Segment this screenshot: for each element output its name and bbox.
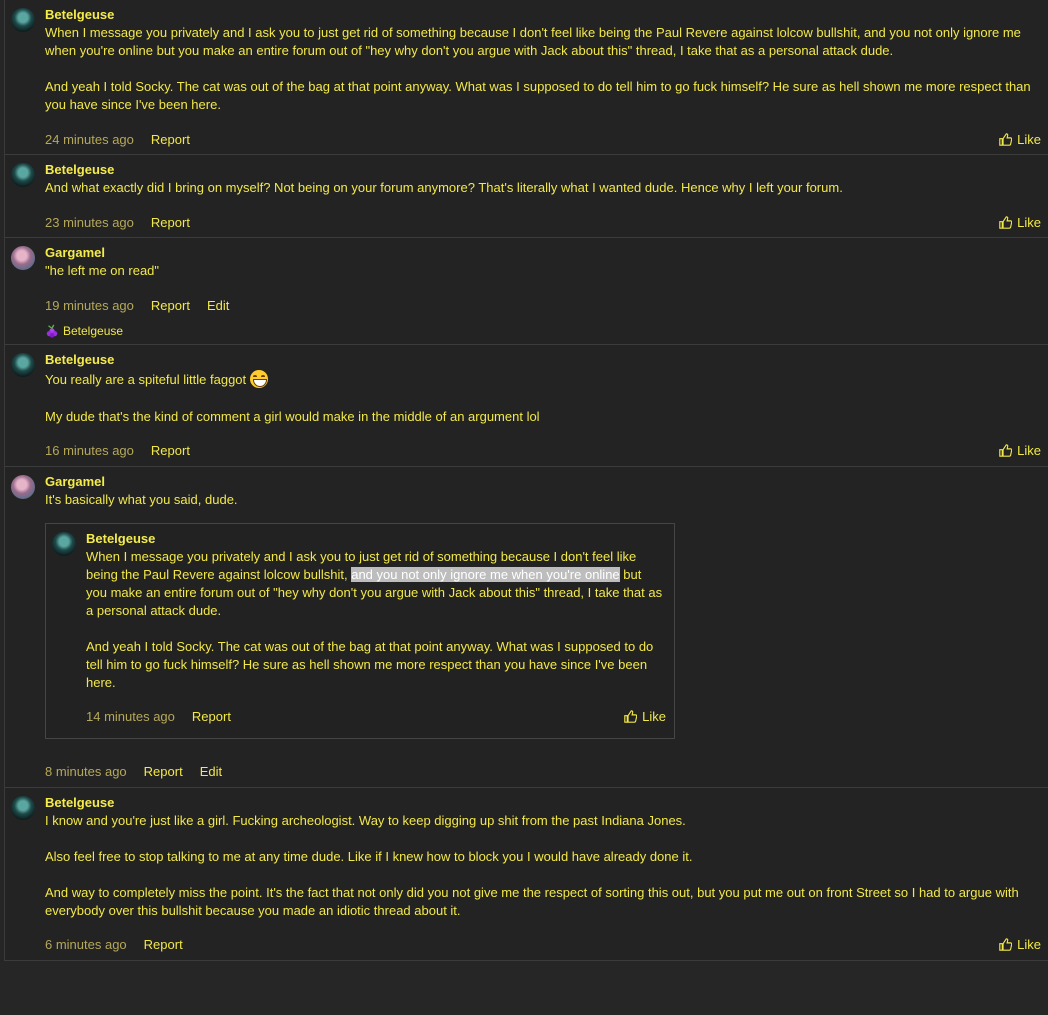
avatar[interactable] xyxy=(11,353,35,377)
report-button[interactable]: Report xyxy=(151,215,190,230)
post-body: I know and you're just like a girl. Fuck… xyxy=(45,812,1039,920)
post: Gargamel "he left me on read" 19 minutes… xyxy=(5,238,1048,345)
reaction-user[interactable]: Betelgeuse xyxy=(63,324,123,338)
quote-meta: 14 minutes ago Report Like xyxy=(86,708,666,726)
grinning-face-emoji xyxy=(250,369,269,388)
like-button[interactable]: Like xyxy=(999,132,1041,147)
report-button[interactable]: Report xyxy=(151,443,190,458)
post-text: You really are a spiteful little faggot xyxy=(45,372,247,387)
like-label: Like xyxy=(1017,214,1041,230)
post-meta: 19 minutes ago Report Edit xyxy=(45,296,1039,314)
thumbs-up-icon xyxy=(999,444,1013,457)
post: Betelgeuse I know and you're just like a… xyxy=(5,787,1048,961)
post-paragraph: "he left me on read" xyxy=(45,263,160,278)
report-button[interactable]: Report xyxy=(192,709,231,724)
post-timestamp[interactable]: 19 minutes ago xyxy=(45,298,134,313)
post-paragraph: I know and you're just like a girl. Fuck… xyxy=(45,812,686,828)
thumbs-up-icon xyxy=(999,938,1013,951)
report-button[interactable]: Report xyxy=(151,132,190,147)
post: Betelgeuse You really are a spiteful lit… xyxy=(5,345,1048,467)
like-label: Like xyxy=(1017,443,1041,459)
thumbs-up-icon xyxy=(999,132,1013,146)
post-timestamp[interactable]: 8 minutes ago xyxy=(45,764,127,779)
quote-paragraph: And yeah I told Socky. The cat was out o… xyxy=(86,638,654,690)
post-meta: 16 minutes ago Report Like xyxy=(45,442,1041,460)
avatar[interactable] xyxy=(11,795,35,820)
avatar[interactable] xyxy=(11,474,35,499)
like-label: Like xyxy=(1017,937,1041,953)
avatar[interactable] xyxy=(11,246,35,270)
edit-button[interactable]: Edit xyxy=(200,764,222,779)
post-body: "he left me on read" xyxy=(45,262,1039,280)
quoted-post: Betelgeuse When I message you privately … xyxy=(45,522,675,739)
post-author[interactable]: Betelgeuse xyxy=(45,6,1039,24)
reaction-summary[interactable]: Betelgeuse xyxy=(45,324,1039,338)
post-body: You really are a spiteful little faggot … xyxy=(45,369,1039,426)
post-author[interactable]: Betelgeuse xyxy=(45,351,1039,369)
post-meta: 24 minutes ago Report Like xyxy=(45,130,1041,148)
post-body: When I message you privately and I ask y… xyxy=(45,24,1039,114)
comment-thread: Betelgeuse When I message you privately … xyxy=(4,0,1048,961)
like-label: Like xyxy=(642,709,666,725)
post-body: And what exactly did I bring on myself? … xyxy=(45,179,1039,197)
post-author[interactable]: Betelgeuse xyxy=(45,161,1039,179)
thumbs-up-icon xyxy=(624,710,638,723)
post-timestamp[interactable]: 24 minutes ago xyxy=(45,132,134,147)
like-label: Like xyxy=(1017,131,1041,147)
post-paragraph: And way to completely miss the point. It… xyxy=(45,884,1019,918)
avatar[interactable] xyxy=(52,531,76,556)
thumbs-up-icon xyxy=(999,215,1013,229)
post: Gargamel It's basically what you said, d… xyxy=(5,466,1048,788)
post-meta: 23 minutes ago Report Like xyxy=(45,213,1041,231)
post-paragraph: My dude that's the kind of comment a gir… xyxy=(45,408,540,424)
highlighted-text: and you not only ignore me when you're o… xyxy=(351,566,620,582)
report-button[interactable]: Report xyxy=(144,937,183,952)
post-paragraph: It's basically what you said, dude. xyxy=(45,491,238,507)
post-body: It's basically what you said, dude. xyxy=(45,491,1039,509)
post-paragraph: You really are a spiteful little faggot xyxy=(45,369,1039,390)
avatar[interactable] xyxy=(11,163,35,187)
avatar[interactable] xyxy=(11,8,35,32)
report-button[interactable]: Report xyxy=(151,298,190,313)
like-button[interactable]: Like xyxy=(999,937,1041,952)
post-paragraph: And what exactly did I bring on myself? … xyxy=(45,180,843,195)
quote-timestamp[interactable]: 14 minutes ago xyxy=(86,709,175,724)
post-timestamp[interactable]: 16 minutes ago xyxy=(45,443,134,458)
post-timestamp[interactable]: 6 minutes ago xyxy=(45,937,127,952)
quote-author[interactable]: Betelgeuse xyxy=(86,530,664,548)
post-timestamp[interactable]: 23 minutes ago xyxy=(45,215,134,230)
post-author[interactable]: Gargamel xyxy=(45,473,1039,491)
quote-body: When I message you privately and I ask y… xyxy=(86,548,664,692)
quote-paragraph: When I message you privately and I ask y… xyxy=(86,548,664,620)
post-meta: 6 minutes ago Report Like xyxy=(45,936,1041,954)
post: Betelgeuse And what exactly did I bring … xyxy=(5,155,1048,238)
post-paragraph: When I message you privately and I ask y… xyxy=(45,25,1021,58)
like-button[interactable]: Like xyxy=(624,709,666,724)
post-author[interactable]: Gargamel xyxy=(45,244,1039,262)
grape-icon xyxy=(46,324,58,338)
report-button[interactable]: Report xyxy=(144,764,183,779)
like-button[interactable]: Like xyxy=(999,215,1041,230)
post-paragraph: Also feel free to stop talking to me at … xyxy=(45,848,693,864)
like-button[interactable]: Like xyxy=(999,443,1041,458)
post-author[interactable]: Betelgeuse xyxy=(45,794,1039,812)
post-meta: 8 minutes ago Report Edit xyxy=(45,763,1039,781)
post: Betelgeuse When I message you privately … xyxy=(5,0,1048,155)
post-paragraph: And yeah I told Socky. The cat was out o… xyxy=(45,79,1031,112)
edit-button[interactable]: Edit xyxy=(207,298,229,313)
